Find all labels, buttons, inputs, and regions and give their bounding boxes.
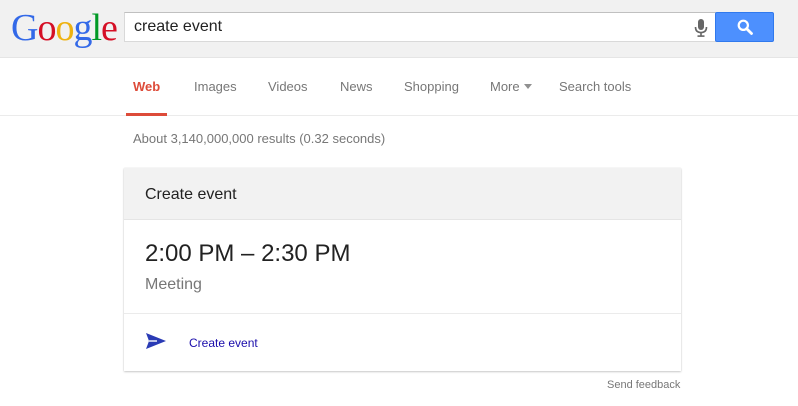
tab-search-tools[interactable]: Search tools <box>559 79 631 116</box>
tab-label: Web <box>133 79 161 94</box>
logo-letter: l <box>91 7 102 49</box>
search-input[interactable] <box>134 13 689 41</box>
tab-shopping[interactable]: Shopping <box>404 79 459 116</box>
tab-label: Search tools <box>559 79 632 94</box>
send-feedback-link[interactable]: Send feedback <box>607 379 680 391</box>
google-logo[interactable]: Google <box>11 7 118 49</box>
card-header: Create event <box>124 168 681 220</box>
tab-videos[interactable]: Videos <box>268 79 308 116</box>
create-event-button[interactable]: Create event <box>124 314 681 371</box>
microphone-icon[interactable] <box>693 19 709 37</box>
send-icon <box>146 333 166 349</box>
create-event-link[interactable]: Create event <box>189 336 258 350</box>
tab-label: Images <box>194 79 237 94</box>
logo-letter: e <box>101 7 118 49</box>
tab-news[interactable]: News <box>340 79 373 116</box>
search-box <box>124 12 716 42</box>
tab-label: Videos <box>268 79 308 94</box>
card-title: Create event <box>145 186 237 203</box>
search-icon <box>737 19 753 35</box>
logo-letter: o <box>55 7 74 49</box>
tab-label: Shopping <box>404 79 459 94</box>
tab-images[interactable]: Images <box>194 79 237 116</box>
event-time: 2:00 PM – 2:30 PM <box>145 240 351 267</box>
caret-down-icon <box>523 84 532 89</box>
search-tabs: Web Images Videos News Shopping More Sea… <box>0 58 798 116</box>
tab-more[interactable]: More <box>490 79 532 116</box>
result-stats: About 3,140,000,000 results (0.32 second… <box>133 131 386 146</box>
logo-letter: o <box>37 7 56 49</box>
header-bar: Google <box>0 0 798 58</box>
create-event-card: Create event 2:00 PM – 2:30 PM Meeting C… <box>124 168 681 371</box>
tab-label: More <box>490 79 520 94</box>
logo-letter: g <box>73 7 92 49</box>
event-title: Meeting <box>145 276 202 293</box>
search-button[interactable] <box>715 12 774 42</box>
tab-web[interactable]: Web <box>125 79 168 116</box>
logo-letter: G <box>11 7 38 49</box>
tab-label: News <box>340 79 373 94</box>
